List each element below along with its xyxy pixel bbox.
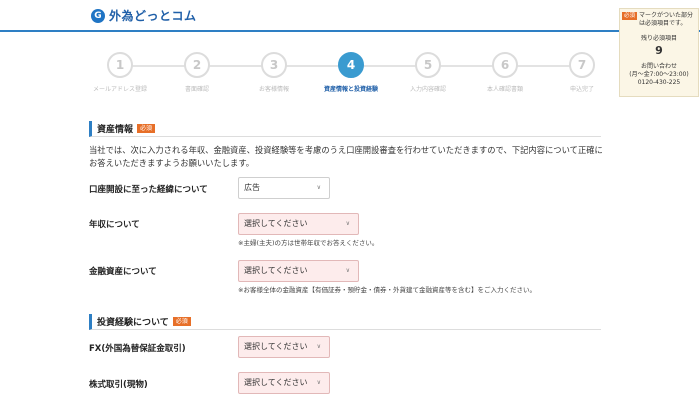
assets-select-value: 選択してください xyxy=(244,266,308,275)
stock-experience-select[interactable]: 選択してください ∨ xyxy=(238,372,330,394)
step-2-label: 書面確認 xyxy=(184,86,209,93)
experience-section-heading: 投資経験について 必須 xyxy=(89,314,601,330)
reason-label: 口座開設に至った経緯について xyxy=(89,185,208,195)
asset-intro-text: 当社では、次に入力される年収、金融資産、投資経験等を考慮のうえ口座開設審査を行わ… xyxy=(89,145,603,168)
reason-select-value: 広告 xyxy=(244,183,260,192)
chevron-down-icon: ∨ xyxy=(345,267,350,274)
step-3: 3 お客様情報 xyxy=(236,52,312,94)
step-5-number: 5 xyxy=(415,52,441,78)
remaining-label: 残り必須項目 xyxy=(640,35,677,42)
required-badge: 必須 xyxy=(137,124,156,133)
step-1: 1 メールアドレス登録 xyxy=(82,52,158,94)
step-5-label: 入力内容確認 xyxy=(409,86,446,93)
site-header: G 外為どっとコム xyxy=(0,0,700,32)
logo-mark-icon: G xyxy=(91,8,105,23)
required-badge: 必須 xyxy=(172,317,191,326)
stock-experience-label: 株式取引(現物) xyxy=(89,380,148,390)
fx-experience-select-value: 選択してください xyxy=(244,342,308,351)
fx-experience-label: FX(外国為替保証金取引) xyxy=(89,344,186,354)
step-5: 5 入力内容確認 xyxy=(390,52,466,94)
required-info-panel: 必須 マークがついた部分は必須項目です。 残り必須項目 9 お問い合わせ (月〜… xyxy=(619,8,699,97)
step-1-label: メールアドレス登録 xyxy=(92,86,147,93)
logo-text: 外為どっとコム xyxy=(109,9,197,23)
chevron-down-icon: ∨ xyxy=(345,220,350,227)
step-2: 2 書面確認 xyxy=(159,52,235,94)
step-6-label: 本人確認書類 xyxy=(486,86,523,93)
chevron-down-icon: ∨ xyxy=(316,184,321,191)
step-4: 4 資産情報と投資経験 xyxy=(313,52,389,94)
step-3-number: 3 xyxy=(261,52,287,78)
step-1-number: 1 xyxy=(107,52,133,78)
income-note: ※主婦(主夫)の方は世帯年収でお答えください。 xyxy=(238,239,379,247)
experience-section-title: 投資経験について xyxy=(97,318,169,328)
stock-experience-select-value: 選択してください xyxy=(244,378,308,387)
contact-phone[interactable]: 0120-430-225 xyxy=(620,79,698,87)
contact-hours: (月〜金7:00〜23:00) xyxy=(629,71,689,78)
step-6-number: 6 xyxy=(492,52,518,78)
step-6: 6 本人確認書類 xyxy=(467,52,543,94)
assets-select[interactable]: 選択してください ∨ xyxy=(238,260,359,282)
step-7-number: 7 xyxy=(569,52,595,78)
income-select-value: 選択してください xyxy=(244,219,308,228)
asset-section-heading: 資産情報 必須 xyxy=(89,121,601,137)
step-4-number: 4 xyxy=(338,52,364,78)
required-badge: 必須 xyxy=(622,12,638,20)
reason-select[interactable]: 広告 ∨ xyxy=(238,177,330,199)
asset-section-title: 資産情報 xyxy=(97,125,134,135)
income-select[interactable]: 選択してください ∨ xyxy=(238,213,359,235)
remaining-count: 9 xyxy=(655,44,663,57)
step-4-label: 資産情報と投資経験 xyxy=(323,86,378,93)
brand-logo[interactable]: G 外為どっとコム xyxy=(91,7,197,24)
step-3-label: お客様情報 xyxy=(258,86,289,93)
assets-note: ※お客様全体の金融資産【有価証券・預貯金・債券・外貨建て金融資産等を含む】をご入… xyxy=(238,286,536,294)
step-7: 7 申込完了 xyxy=(544,52,620,94)
fx-experience-select[interactable]: 選択してください ∨ xyxy=(238,336,330,358)
required-note: 必須 マークがついた部分は必須項目です。 xyxy=(620,12,698,28)
required-note-text: マークがついた部分は必須項目です。 xyxy=(639,12,694,27)
step-2-number: 2 xyxy=(184,52,210,78)
contact-label: お問い合わせ xyxy=(640,63,677,70)
progress-steps: 1 メールアドレス登録 2 書面確認 3 お客様情報 4 資産情報と投資経験 5… xyxy=(80,52,620,102)
income-label: 年収について xyxy=(89,220,140,230)
chevron-down-icon: ∨ xyxy=(316,343,321,350)
chevron-down-icon: ∨ xyxy=(316,379,321,386)
step-7-label: 申込完了 xyxy=(569,86,594,93)
assets-label: 金融資産について xyxy=(89,267,157,277)
